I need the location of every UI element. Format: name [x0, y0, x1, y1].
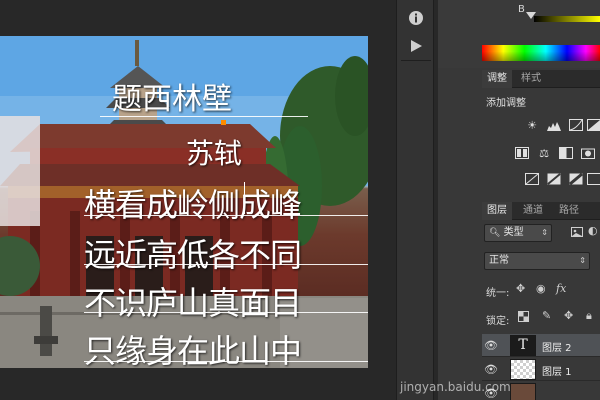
unify-label: 统一:: [486, 288, 510, 299]
lock-label: 锁定:: [486, 316, 510, 327]
lock-all-icon[interactable]: 🔒︎: [586, 309, 592, 323]
chevron-down-icon: ⇕: [541, 228, 548, 237]
channel-b-label: B: [518, 4, 525, 15]
unify-style-icon[interactable]: fx: [556, 282, 566, 295]
chevron-down-icon: ⇕: [579, 256, 586, 265]
color-panel: B: [438, 0, 600, 68]
tab-styles[interactable]: 样式: [516, 70, 546, 88]
layer-name: 图层 2: [542, 343, 572, 354]
blend-mode-value: 正常: [489, 255, 509, 266]
lock-pixels-icon[interactable]: ✎: [542, 309, 551, 322]
tab-channels[interactable]: 通道: [518, 202, 548, 220]
layers-tabbar: 图层 通道 路径: [482, 202, 600, 220]
tab-layers[interactable]: 图层: [482, 202, 512, 220]
gradient-map-icon[interactable]: [586, 172, 600, 186]
background-thumbnail: [510, 383, 536, 400]
bw-icon[interactable]: [558, 146, 574, 160]
strip-divider: [401, 60, 431, 61]
photoshop-workspace: 题西林壁 苏轼 横看成岭侧成峰 远近高低各不同 不识庐山真面目 只缘身在此山中: [0, 0, 600, 400]
levels-icon[interactable]: [546, 118, 562, 132]
eye-icon[interactable]: 👁︎: [484, 339, 498, 352]
layer-filter-dropdown[interactable]: 🔍︎ 类型 ⇕: [484, 224, 552, 242]
layer-name: 图层 1: [542, 367, 572, 378]
search-icon: 🔍︎: [489, 228, 501, 238]
unify-position-icon[interactable]: ✥: [516, 282, 525, 295]
pixel-layer-thumbnail: [510, 359, 536, 380]
layer-row-2[interactable]: 👁︎ T 图层 2: [482, 334, 600, 357]
posterize-icon[interactable]: [546, 172, 562, 186]
slider-thumb[interactable]: [526, 12, 536, 19]
curves-icon[interactable]: [568, 118, 584, 132]
exposure-icon[interactable]: [586, 118, 600, 132]
brightness-icon[interactable]: ☀: [524, 118, 540, 132]
adjustment-filter-icon[interactable]: ◐: [588, 224, 598, 237]
b-channel-slider[interactable]: [534, 16, 600, 22]
right-panels: B 调整 样式 添加调整 ☀ ⚖ 图层 通道 路径 🔍︎ 类型 ⇕ ◐ 正常 ⇕…: [438, 0, 600, 400]
lock-position-icon[interactable]: ✥: [564, 309, 573, 322]
info-icon[interactable]: [408, 10, 424, 26]
panel-icon-strip: [396, 0, 434, 400]
invert-icon[interactable]: [524, 172, 540, 186]
add-adjustment-title: 添加调整: [486, 98, 526, 109]
document-canvas[interactable]: 题西林壁 苏轼 横看成岭侧成峰 远近高低各不同 不识庐山真面目 只缘身在此山中: [0, 36, 368, 368]
adjustments-tabbar: 调整 样式: [482, 70, 600, 88]
play-icon[interactable]: [408, 38, 424, 54]
blend-mode-dropdown[interactable]: 正常 ⇕: [484, 252, 590, 270]
unify-visibility-icon[interactable]: ◉: [536, 282, 546, 295]
tab-adjustments[interactable]: 调整: [482, 70, 512, 88]
color-spectrum[interactable]: [482, 45, 600, 61]
vibrance-icon[interactable]: [514, 146, 530, 160]
text-layer-thumbnail: T: [510, 335, 536, 356]
eye-icon[interactable]: 👁︎: [484, 363, 498, 376]
threshold-icon[interactable]: [568, 172, 584, 186]
balance-icon[interactable]: ⚖: [536, 146, 552, 160]
layer-row-1[interactable]: 👁︎ 图层 1: [482, 358, 600, 381]
photo-filter-icon[interactable]: [580, 146, 596, 160]
temple-photo: [0, 36, 368, 368]
filter-kind-value: 类型: [503, 227, 524, 238]
watermark: jingyan.baidu.com: [400, 380, 511, 394]
lock-transparency-icon[interactable]: [518, 311, 529, 325]
image-filter-icon[interactable]: [571, 226, 583, 241]
tab-paths[interactable]: 路径: [554, 202, 584, 220]
